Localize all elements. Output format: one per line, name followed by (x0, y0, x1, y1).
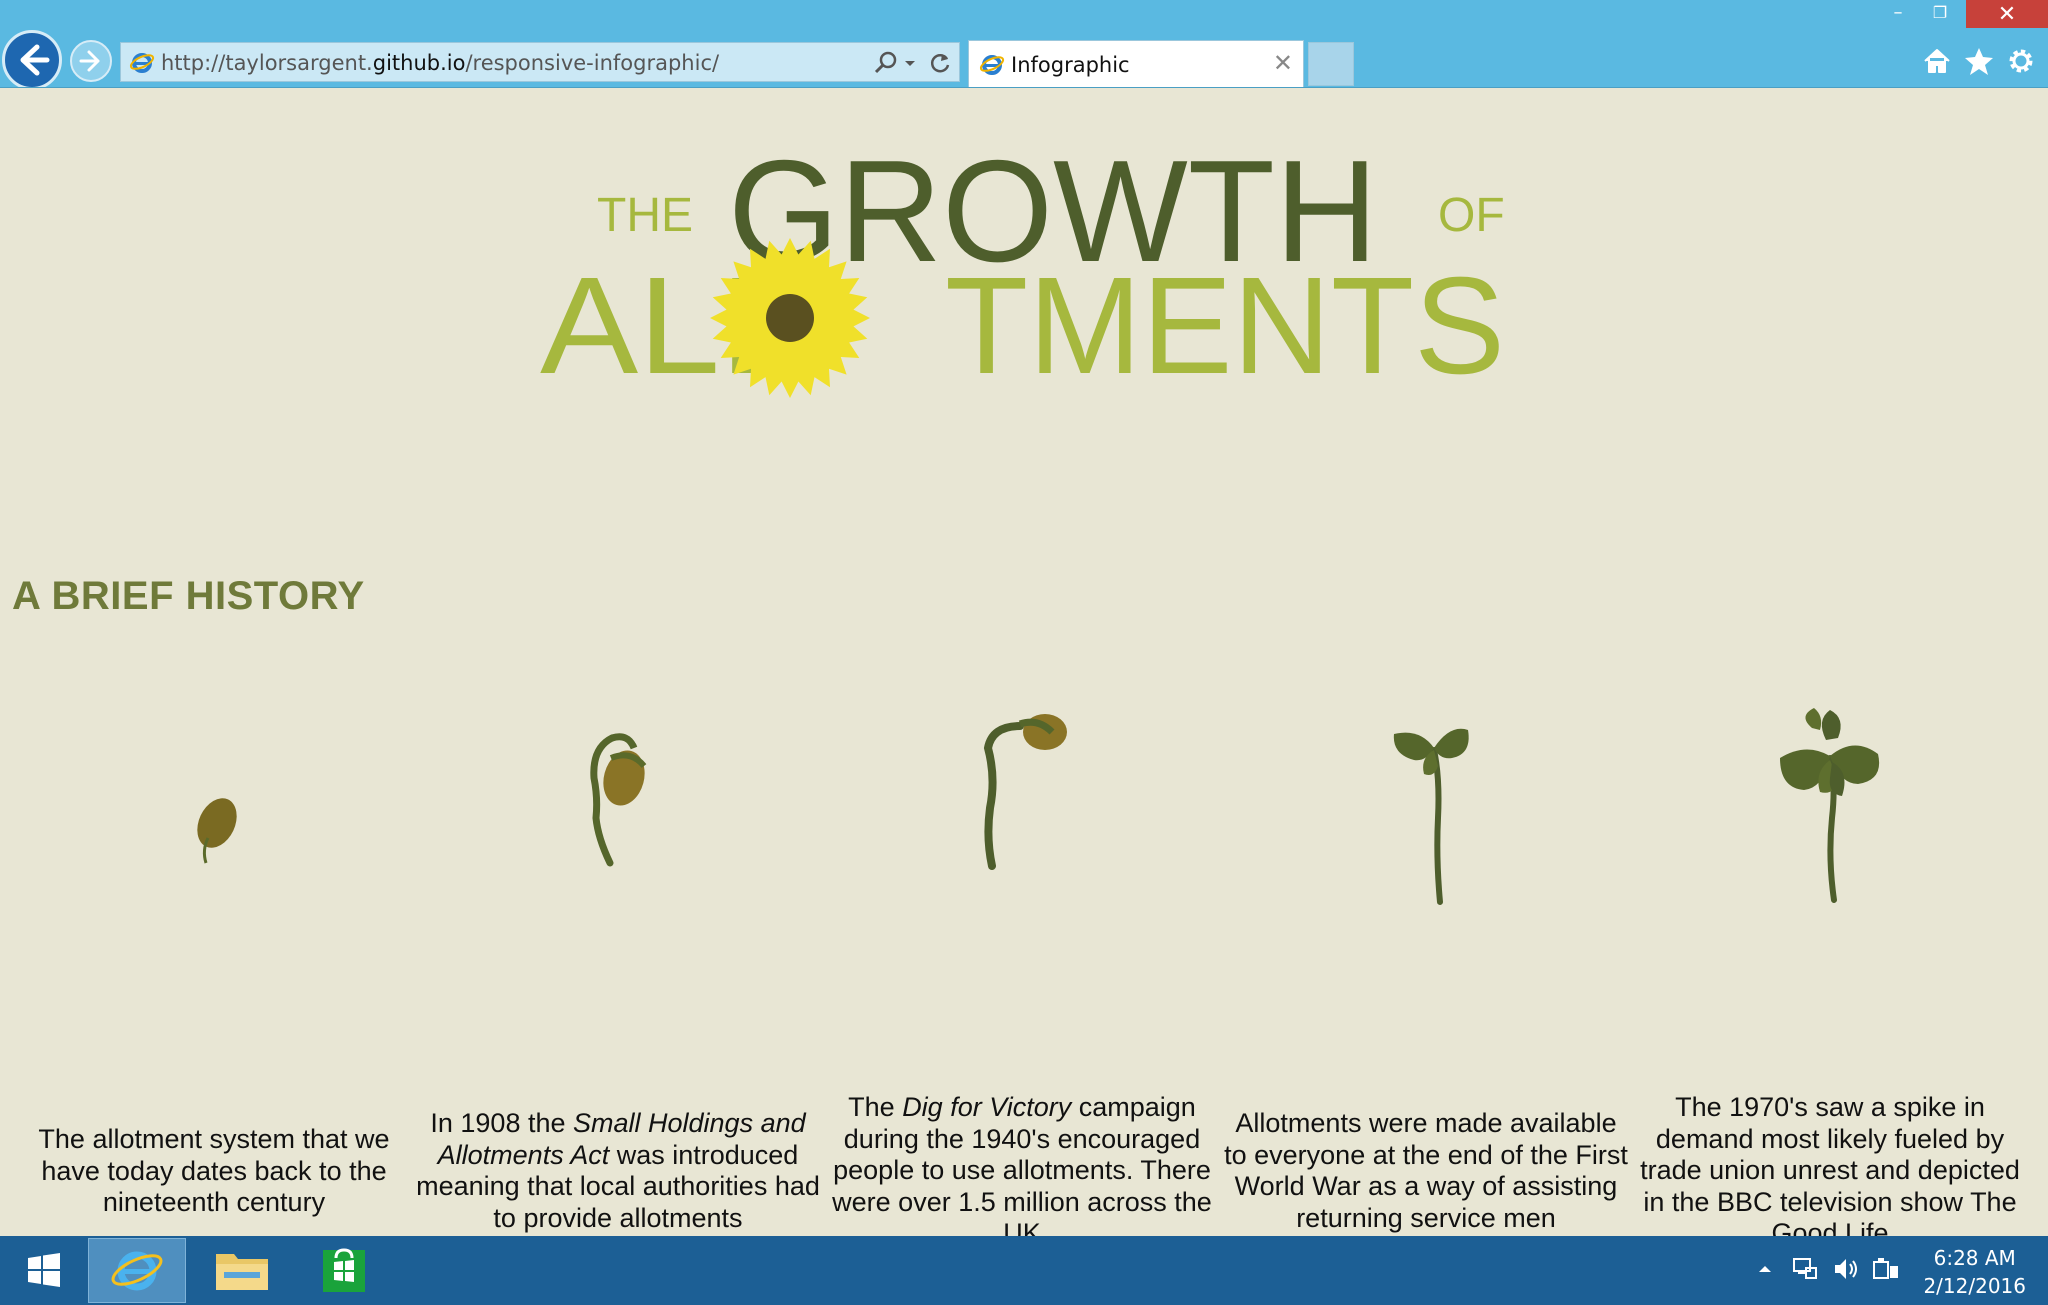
stage-2-text: In 1908 the Small Holdings and Allotment… (416, 1108, 820, 1233)
volume-icon[interactable] (1830, 1254, 1860, 1284)
windows-logo-icon (28, 1253, 60, 1287)
history-stage-5: The 1970's saw a spike in demand most li… (1628, 688, 2032, 1236)
stage-3-text: The Dig for Victory campaign during the … (832, 1092, 1212, 1236)
stage-4-text: Allotments were made available to everyo… (1224, 1108, 1628, 1233)
forward-button[interactable] (70, 40, 112, 82)
start-button[interactable] (8, 1238, 78, 1303)
clock-date: 2/12/2016 (1923, 1274, 2026, 1298)
address-bar[interactable]: http://taylorsargent.github.io/responsiv… (120, 42, 960, 82)
taskbar-store[interactable] (306, 1238, 382, 1303)
gear-icon[interactable] (2004, 44, 2038, 78)
home-icon[interactable] (1920, 44, 1954, 78)
show-hidden-icons-icon[interactable] (1750, 1254, 1780, 1284)
tab-close-icon[interactable]: ✕ (1273, 49, 1293, 77)
network-icon[interactable] (1790, 1254, 1820, 1284)
taskbar-file-explorer[interactable] (204, 1238, 280, 1303)
forward-arrow-icon (79, 50, 100, 72)
close-window-button[interactable]: ✕ (1966, 0, 2048, 28)
sunflower-icon (710, 238, 870, 398)
clock-time: 6:28 AM (1933, 1246, 2016, 1270)
browser-chrome: – ❐ ✕ http://taylorsargent.github.io/res… (0, 0, 2048, 90)
tab-title: Infographic (1011, 53, 1130, 77)
taskbar: 6:28 AM 2/12/2016 (0, 1236, 2048, 1305)
minimize-button[interactable]: – (1878, 0, 1918, 24)
taskbar-clock[interactable]: 6:28 AM 2/12/2016 (1923, 1244, 2026, 1300)
restore-button[interactable]: ❐ (1920, 0, 1960, 24)
logo-allotments-right: TMENTS (945, 249, 1505, 403)
back-button[interactable] (2, 30, 62, 90)
back-arrow-icon (20, 44, 50, 76)
logo-the: THE (597, 189, 693, 242)
taskbar-internet-explorer[interactable] (88, 1238, 186, 1303)
favorites-star-icon[interactable] (1962, 44, 1996, 78)
history-stage-2: In 1908 the Small Holdings and Allotment… (416, 688, 820, 1236)
hooked-sprout-icon (983, 714, 1067, 870)
history-stage-4: Allotments were made available to everyo… (1224, 688, 1628, 1236)
ie-icon (111, 1251, 163, 1291)
new-tab-button[interactable] (1308, 42, 1354, 86)
seedling-icon (1393, 728, 1469, 905)
power-icon[interactable] (1870, 1254, 1900, 1284)
growth-of-allotments-logo: THE GROWTH OF ALL TMENTS (540, 130, 1505, 403)
section-title: A BRIEF HISTORY (12, 574, 365, 618)
history-stage-1: The allotment system that we have today … (12, 688, 416, 1236)
url-text[interactable]: http://taylorsargent.github.io/responsiv… (161, 51, 719, 75)
ie-page-icon (129, 53, 155, 73)
history-stage-3: The Dig for Victory campaign during the … (820, 688, 1224, 1236)
store-icon (323, 1248, 365, 1292)
search-icon[interactable] (873, 49, 899, 77)
stage-5-text: The 1970's saw a spike in demand most li… (1640, 1092, 2020, 1236)
dropdown-arrow-icon[interactable] (903, 49, 917, 77)
refresh-icon[interactable] (927, 49, 953, 77)
folder-icon (216, 1254, 268, 1290)
page-content: THE GROWTH OF ALL TMENTS A BRIEF HISTORY… (0, 88, 2048, 1236)
young-plant-icon (1780, 708, 1880, 903)
ie-tab-icon (979, 55, 1005, 75)
sprouting-seed-icon (590, 733, 647, 867)
tab-infographic[interactable]: Infographic ✕ (968, 40, 1304, 88)
stage-1-text: The allotment system that we have today … (38, 1124, 390, 1217)
logo-of: OF (1438, 189, 1505, 242)
seed-icon (197, 798, 237, 864)
